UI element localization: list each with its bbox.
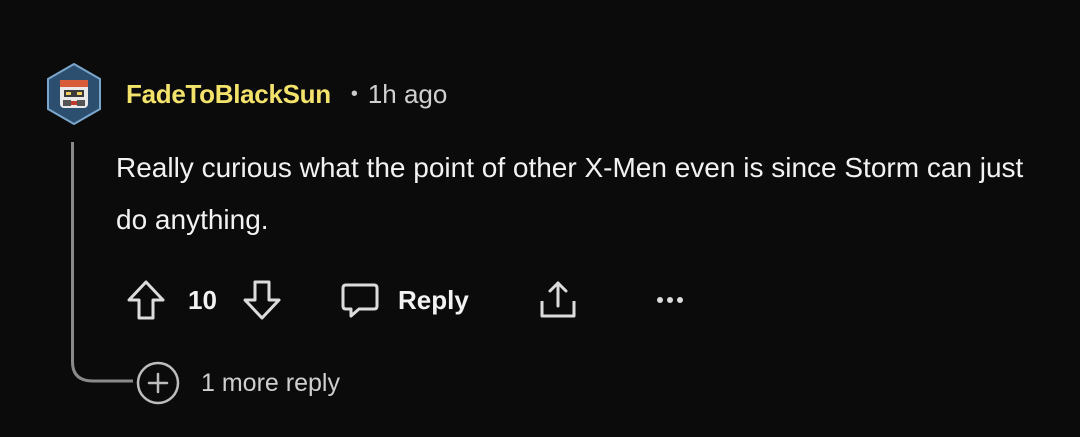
thread-connector: [71, 340, 133, 383]
plus-circle-icon: [136, 361, 180, 405]
share-button[interactable]: [536, 274, 580, 326]
author-username[interactable]: FadeToBlackSun: [126, 79, 331, 110]
separator-dot: •: [350, 82, 358, 105]
downvote-button[interactable]: [240, 274, 284, 326]
upvote-button[interactable]: [124, 274, 168, 326]
comment-body: Really curious what the point of other X…: [116, 152, 1024, 235]
more-options-button[interactable]: [648, 274, 692, 326]
upvote-arrow-icon: [127, 280, 165, 320]
reply-label: Reply: [398, 284, 469, 315]
more-dots-icon: [657, 297, 683, 303]
share-icon: [540, 281, 576, 318]
vote-score: 10: [188, 285, 217, 315]
speech-bubble-icon: [341, 283, 379, 318]
more-replies-label: 1 more reply: [201, 368, 340, 397]
comment: FadeToBlackSun • 1h ago Really curious w…: [0, 0, 1080, 437]
thread-line[interactable]: [71, 142, 74, 360]
more-replies-button[interactable]: 1 more reply: [135, 360, 340, 406]
avatar-icon[interactable]: [46, 62, 102, 126]
comment-header: FadeToBlackSun • 1h ago: [126, 76, 447, 112]
downvote-arrow-icon: [243, 280, 281, 320]
timestamp: 1h ago: [367, 78, 448, 109]
reply-button[interactable]: Reply: [340, 274, 490, 326]
comment-actions: 10 Reply: [124, 274, 724, 326]
